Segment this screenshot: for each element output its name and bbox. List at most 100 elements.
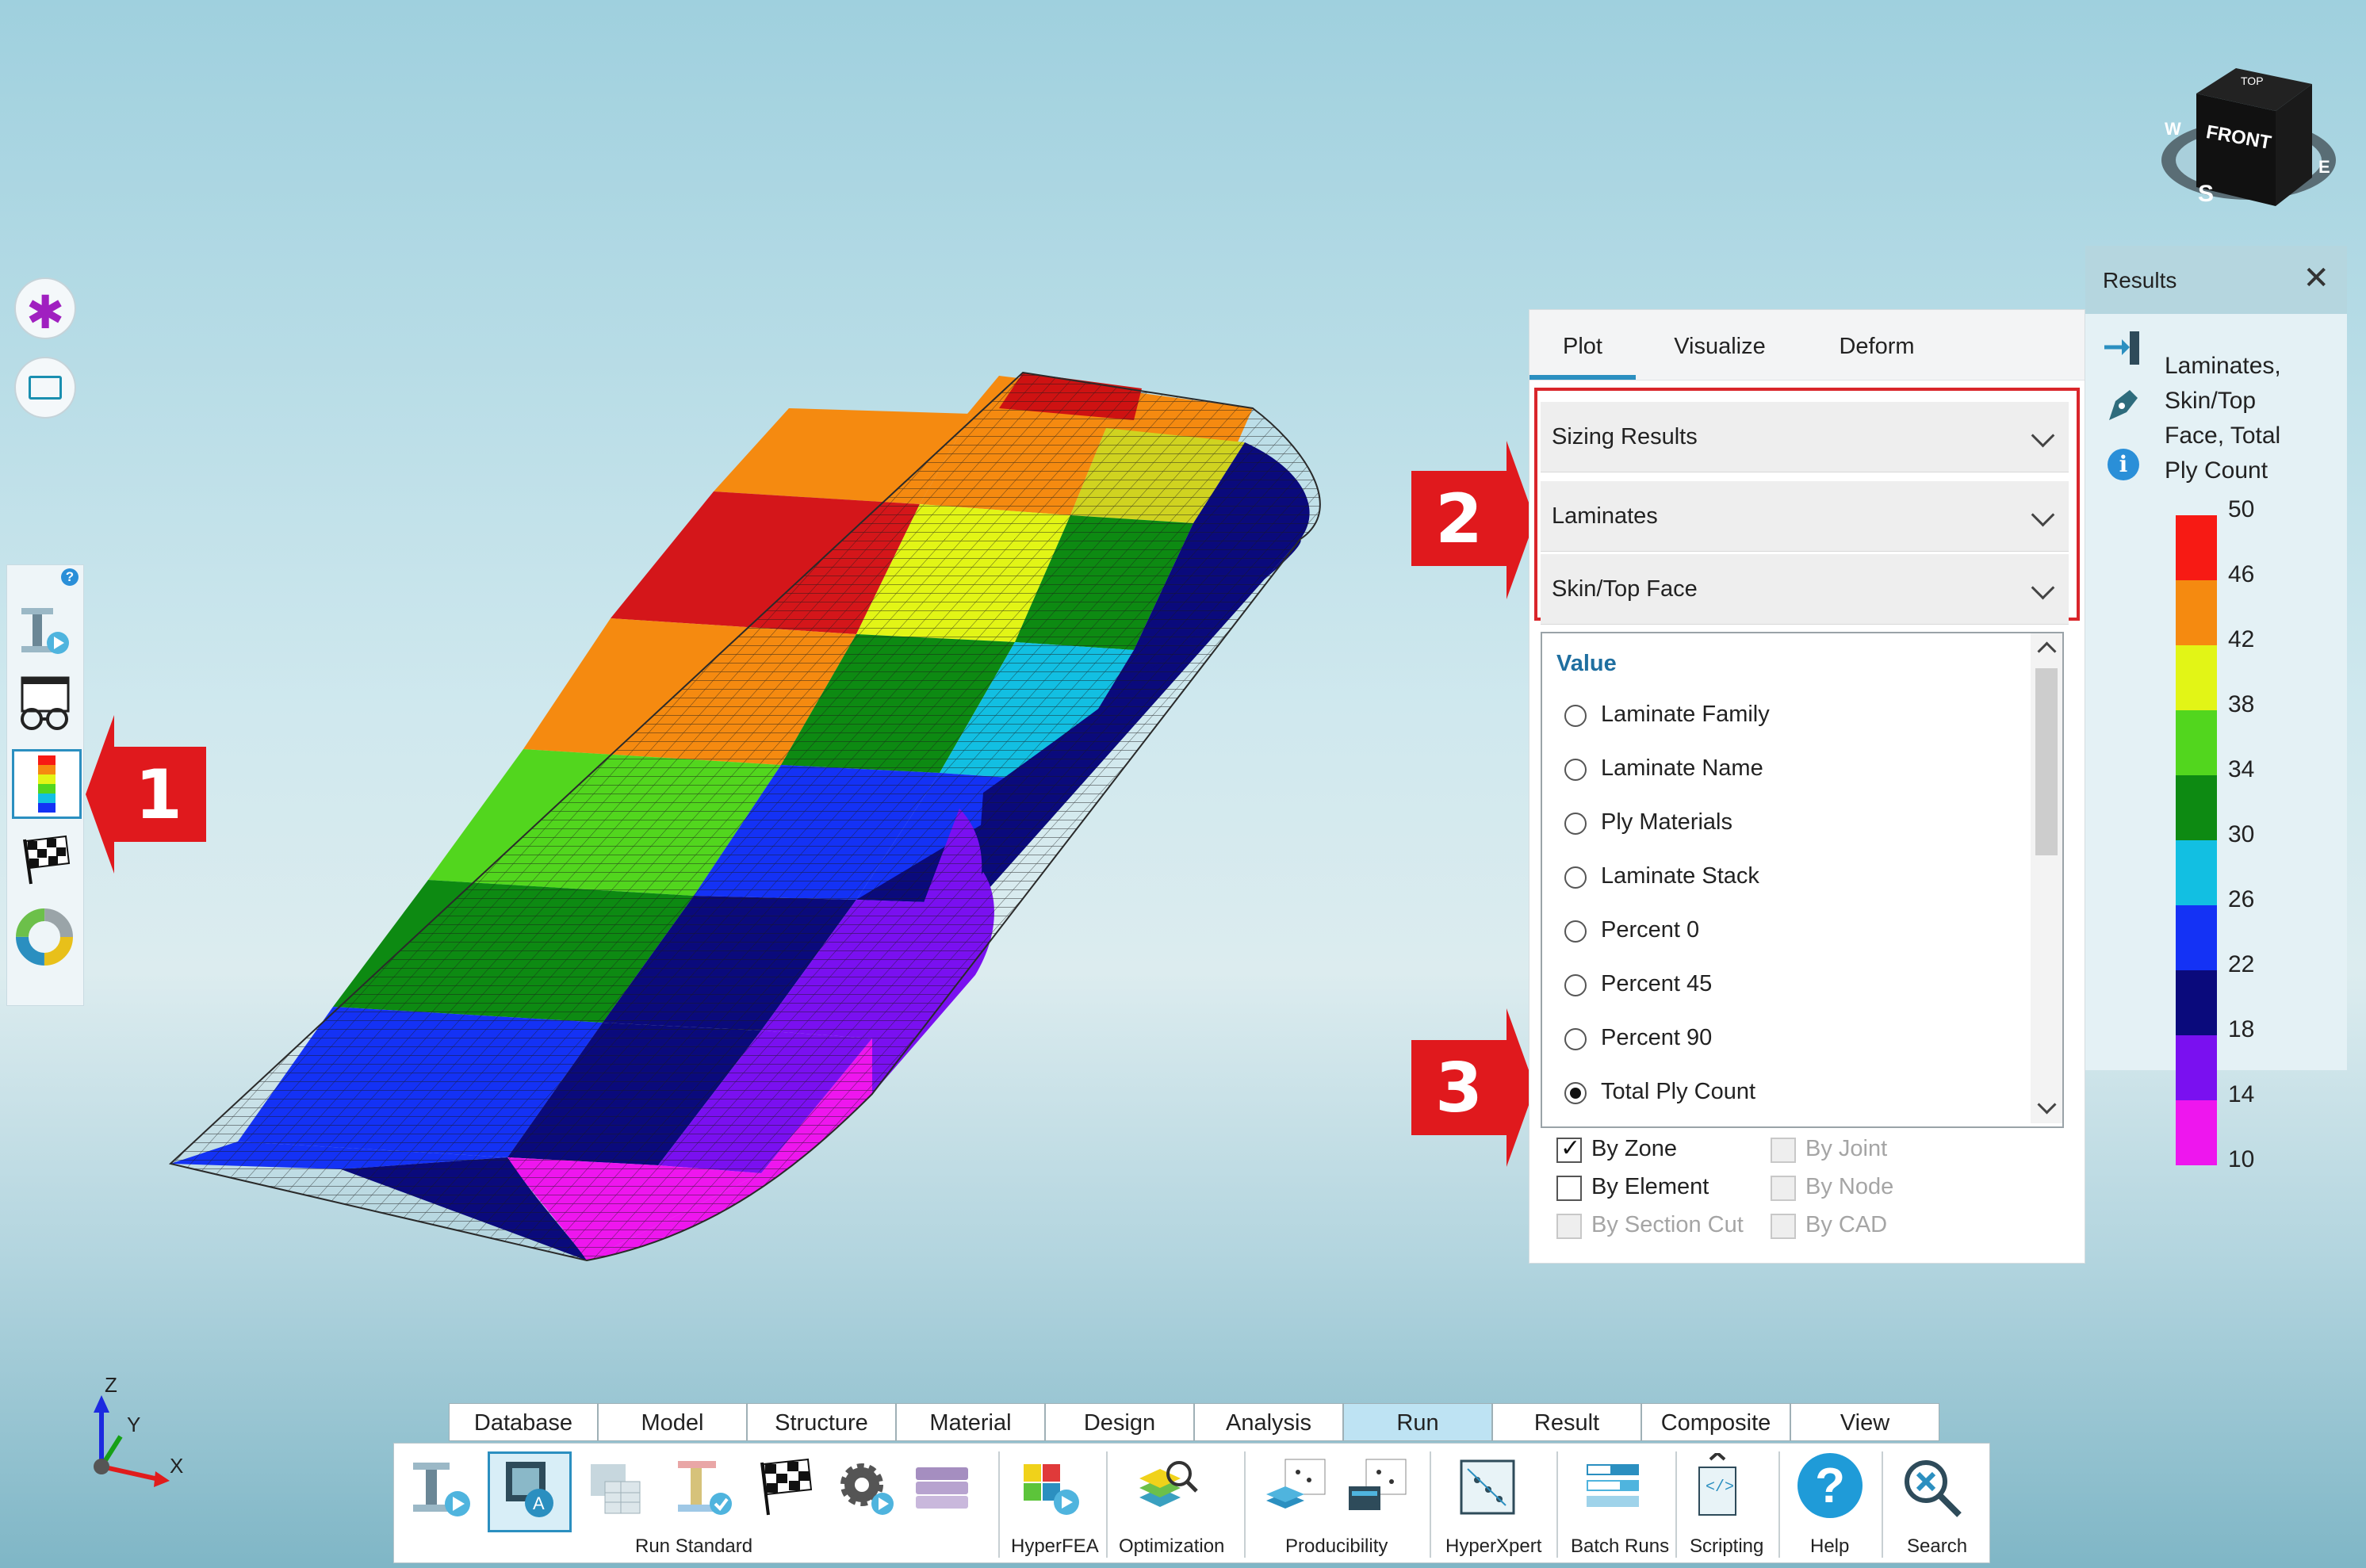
- run-icon[interactable]: [407, 1453, 475, 1521]
- rectangle-icon: [29, 376, 62, 400]
- radio-button-selected[interactable]: [1564, 1082, 1587, 1104]
- checkbox-box[interactable]: [1771, 1214, 1796, 1239]
- batch-runs-icon[interactable]: [1579, 1453, 1647, 1521]
- server-icon[interactable]: [908, 1453, 976, 1521]
- radio-button[interactable]: [1564, 813, 1587, 835]
- legend-label: 42: [2228, 626, 2255, 652]
- asterisk-button[interactable]: ✱: [14, 277, 76, 339]
- description-line: Face, Total: [2165, 423, 2281, 449]
- panel-tabs: Plot Visualize Deform: [1529, 310, 2085, 381]
- ribbon-tab-design[interactable]: Design: [1045, 1403, 1194, 1441]
- color-wheel-button[interactable]: [12, 904, 77, 969]
- ribbon-tab-analysis[interactable]: Analysis: [1194, 1403, 1343, 1441]
- checkbox-box[interactable]: [1771, 1176, 1796, 1201]
- legend-swatch: [2176, 1035, 2217, 1100]
- info-icon[interactable]: i: [2108, 449, 2139, 480]
- producibility-chart-icon[interactable]: [1342, 1453, 1411, 1521]
- ribbon-tab-result[interactable]: Result: [1492, 1403, 1641, 1441]
- legend-swatch: [2176, 905, 2217, 970]
- ribbon-tab-view[interactable]: View: [1790, 1403, 1939, 1441]
- legend-label: 34: [2228, 756, 2255, 782]
- export-icon[interactable]: [2103, 330, 2142, 366]
- ribbon-tab-composite[interactable]: Composite: [1641, 1403, 1790, 1441]
- scripting-icon[interactable]: </>: [1683, 1453, 1752, 1521]
- radio-button[interactable]: [1564, 920, 1587, 943]
- producibility-ply-icon[interactable]: [1261, 1453, 1330, 1521]
- close-icon[interactable]: ✕: [2303, 260, 2330, 296]
- pen-icon[interactable]: [2103, 385, 2142, 425]
- results-title: Results: [2103, 268, 2177, 293]
- legend-label: 10: [2228, 1146, 2255, 1172]
- chevron-down-icon: [2031, 576, 2055, 600]
- chevron-up-icon[interactable]: [2037, 641, 2057, 661]
- radio-button[interactable]: [1564, 759, 1587, 781]
- beam-check-icon[interactable]: [668, 1453, 737, 1521]
- result-type-dropdown[interactable]: Sizing Results: [1541, 402, 2069, 472]
- tab-deform[interactable]: Deform: [1805, 310, 1948, 380]
- hyperfea-icon[interactable]: [1016, 1453, 1084, 1521]
- ribbon-tab-model[interactable]: Model: [598, 1403, 747, 1441]
- auto-run-button[interactable]: A: [488, 1451, 572, 1532]
- search-icon[interactable]: [1897, 1453, 1966, 1521]
- plot-panel: Plot Visualize Deform Sizing Results Lam…: [1529, 309, 2085, 1264]
- help-icon[interactable]: ?: [61, 568, 78, 586]
- radio-button[interactable]: [1564, 1028, 1587, 1050]
- checkbox-box[interactable]: ✓: [1556, 1135, 1582, 1163]
- checkbox-box[interactable]: [1556, 1176, 1582, 1201]
- hyperxpert-icon[interactable]: [1453, 1453, 1522, 1521]
- review-tool-button[interactable]: [12, 671, 77, 736]
- radio-button[interactable]: [1564, 974, 1587, 996]
- radio-button[interactable]: [1564, 705, 1587, 727]
- group-label-run-standard: Run Standard: [635, 1535, 753, 1557]
- svg-text:</>: </>: [1706, 1478, 1734, 1497]
- tab-visualize[interactable]: Visualize: [1648, 310, 1791, 380]
- description-line: Ply Count: [2165, 457, 2268, 484]
- ribbon-separator: [998, 1451, 1000, 1558]
- result-category-dropdown[interactable]: Laminates: [1541, 481, 2069, 552]
- legend-swatch: [2176, 840, 2217, 905]
- legend-label: 50: [2228, 496, 2255, 522]
- checkbox-box[interactable]: [1556, 1214, 1582, 1239]
- color-legend-labels: 50 46 42 38 34 30 26 22 18 14 10: [2228, 496, 2291, 1178]
- svg-text:A: A: [533, 1493, 545, 1513]
- group-label-scripting: Scripting: [1690, 1535, 1764, 1557]
- value-header: Value: [1556, 651, 1617, 676]
- color-legend-icon: [38, 755, 56, 813]
- chevron-down-icon: [2031, 423, 2055, 448]
- legend-swatch: [2176, 970, 2217, 1035]
- chevron-down-icon[interactable]: [2037, 1095, 2057, 1115]
- compass-e-label: E: [2318, 157, 2330, 177]
- legend-label: 26: [2228, 886, 2255, 912]
- ribbon-tab-material[interactable]: Material: [896, 1403, 1045, 1441]
- checkered-flag-icon[interactable]: [751, 1453, 819, 1521]
- callout-1: 1: [111, 747, 206, 842]
- ribbon-tab-database[interactable]: Database: [449, 1403, 598, 1441]
- window-select-button[interactable]: [14, 357, 76, 419]
- help-button[interactable]: ?: [1797, 1453, 1863, 1518]
- batch-table-icon[interactable]: [581, 1453, 649, 1521]
- legend-swatch: [2176, 580, 2217, 645]
- axis-y-label: Y: [127, 1413, 141, 1436]
- listbox-scrollbar[interactable]: [2031, 633, 2062, 1123]
- results-panel: Results ✕ i Laminates, Skin/Top Face, To…: [2085, 246, 2347, 1172]
- color-legend-bar: [2176, 515, 2217, 1165]
- legend-swatch: [2176, 775, 2217, 840]
- ribbon-separator: [1556, 1451, 1558, 1558]
- settings-gear-icon[interactable]: [832, 1453, 900, 1521]
- group-label-hyperxpert: HyperXpert: [1445, 1535, 1542, 1557]
- ribbon-tab-run[interactable]: Run: [1343, 1403, 1492, 1441]
- results-legend-button[interactable]: [12, 749, 82, 819]
- run-tool-button[interactable]: [12, 597, 77, 662]
- value-listbox[interactable]: Value Laminate Family Laminate Name Ply …: [1541, 632, 2064, 1128]
- checkbox-box[interactable]: [1771, 1138, 1796, 1163]
- radio-button[interactable]: [1564, 866, 1587, 889]
- ribbon-separator: [1106, 1451, 1108, 1558]
- tab-plot[interactable]: Plot: [1529, 310, 1636, 380]
- legend-swatch: [2176, 645, 2217, 710]
- scrollbar-thumb[interactable]: [2035, 668, 2058, 855]
- ribbon-separator: [1430, 1451, 1431, 1558]
- ribbon-tab-structure[interactable]: Structure: [747, 1403, 896, 1441]
- optimization-icon[interactable]: [1133, 1453, 1201, 1521]
- finish-flag-button[interactable]: [12, 827, 77, 892]
- component-dropdown[interactable]: Skin/Top Face: [1541, 554, 2069, 625]
